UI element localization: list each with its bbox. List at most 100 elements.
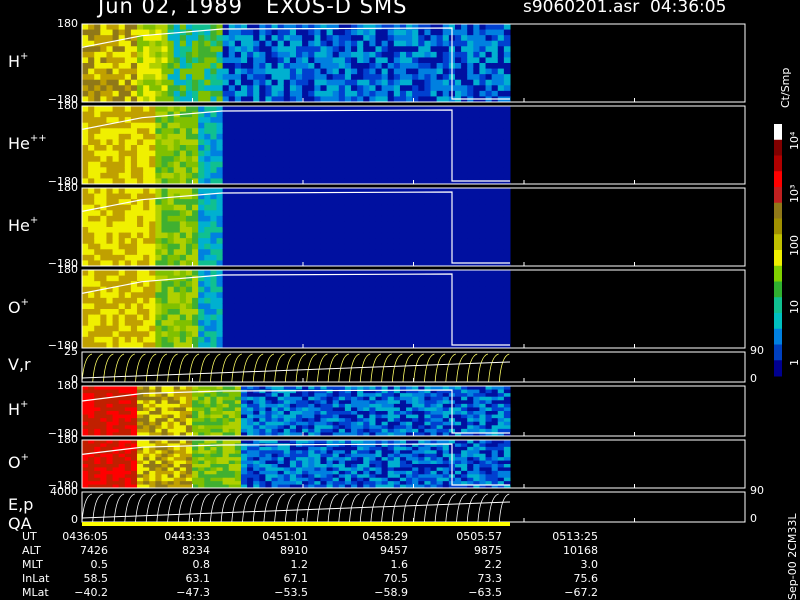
- heat-cell: [436, 286, 444, 293]
- heat-cell: [253, 122, 260, 129]
- heat-cell: [228, 320, 236, 327]
- heat-cell: [137, 40, 144, 47]
- heat-cell: [387, 188, 395, 195]
- heat-cell: [479, 57, 487, 64]
- heat-cell: [167, 210, 175, 217]
- heat-cell: [296, 403, 303, 408]
- heat-cell: [265, 428, 273, 433]
- heat-cell: [198, 57, 205, 64]
- heat-cell: [491, 46, 499, 53]
- heat-cell: [253, 193, 260, 200]
- heat-cell: [155, 199, 162, 206]
- heat-cell: [216, 425, 224, 430]
- heat-cell: [436, 336, 444, 343]
- heat-cell: [473, 29, 480, 36]
- heat-cell: [271, 156, 279, 163]
- heat-cell: [228, 314, 236, 321]
- heat-cell: [338, 63, 346, 70]
- heat-cell: [228, 421, 236, 426]
- heat-cell: [192, 227, 199, 234]
- heat-cell: [143, 403, 150, 408]
- heat-cell: [467, 156, 474, 163]
- heat-cell: [430, 90, 438, 97]
- heat-cell: [369, 29, 376, 36]
- heat-cell: [479, 421, 487, 426]
- heat-cell: [461, 320, 468, 327]
- heat-cell: [173, 411, 181, 416]
- heat-cell: [118, 320, 126, 327]
- heat-cell: [430, 145, 438, 152]
- heat-cell: [247, 407, 254, 412]
- heat-cell: [198, 407, 205, 412]
- heat-cell: [418, 254, 425, 261]
- heat-cell: [387, 421, 395, 426]
- heat-cell: [173, 238, 181, 245]
- heat-cell: [253, 386, 260, 391]
- heat-cell: [375, 90, 383, 97]
- heat-cell: [112, 221, 120, 228]
- heat-cell: [326, 161, 334, 168]
- heat-cell: [503, 325, 511, 332]
- heat-cell: [185, 386, 193, 391]
- heat-cell: [210, 51, 218, 58]
- heat-cell: [332, 249, 340, 256]
- heat-cell: [100, 199, 107, 206]
- heat-cell: [424, 428, 432, 433]
- heat-cell: [479, 303, 487, 310]
- heat-cell: [124, 133, 132, 140]
- heat-cell: [204, 199, 211, 206]
- heat-cell: [497, 303, 505, 310]
- heat-cell: [100, 221, 107, 228]
- heat-cell: [406, 63, 413, 70]
- heat-cell: [112, 238, 120, 245]
- heat-cell: [283, 128, 291, 135]
- heat-cell: [222, 63, 230, 70]
- heat-cell: [338, 172, 346, 179]
- heat-cell: [479, 215, 487, 222]
- heat-cell: [283, 309, 291, 316]
- heat-cell: [454, 414, 462, 419]
- heat-cell: [143, 215, 150, 222]
- heat-cell: [118, 128, 126, 135]
- heat-cell: [204, 309, 211, 316]
- heat-cell: [412, 411, 419, 416]
- heat-cell: [265, 193, 273, 200]
- heat-cell: [149, 425, 156, 430]
- heat-cell: [247, 46, 254, 53]
- heat-cell: [399, 215, 407, 222]
- heat-cell: [503, 254, 511, 261]
- heat-cell: [228, 117, 236, 124]
- heat-cell: [497, 29, 505, 36]
- heat-cell: [198, 309, 205, 316]
- heat-cell: [454, 411, 462, 416]
- heat-cell: [271, 414, 279, 419]
- heat-cell: [461, 336, 468, 343]
- heat-cell: [253, 393, 260, 398]
- heat-cell: [124, 188, 132, 195]
- heat-cell: [442, 418, 450, 423]
- heat-cell: [351, 281, 358, 288]
- heat-cell: [357, 303, 364, 310]
- heat-cell: [100, 418, 107, 423]
- heat-cell: [503, 418, 511, 423]
- heat-cell: [302, 249, 309, 256]
- heat-cell: [302, 393, 309, 398]
- heat-cell: [289, 133, 297, 140]
- heat-cell: [497, 40, 505, 47]
- heat-cell: [485, 336, 493, 343]
- heat-cell: [332, 418, 340, 423]
- heat-cell: [173, 172, 181, 179]
- heat-cell: [393, 24, 401, 31]
- heat-cell: [338, 425, 346, 430]
- heat-cell: [198, 188, 205, 195]
- heat-cell: [88, 232, 95, 239]
- heat-cell: [436, 281, 444, 288]
- heat-cell: [265, 221, 273, 228]
- heat-cell: [363, 238, 370, 245]
- heat-cell: [430, 281, 438, 288]
- heat-cell: [491, 63, 499, 70]
- heat-cell: [369, 40, 376, 47]
- heat-cell: [167, 85, 175, 92]
- heat-cell: [130, 421, 138, 426]
- heat-cell: [234, 297, 242, 304]
